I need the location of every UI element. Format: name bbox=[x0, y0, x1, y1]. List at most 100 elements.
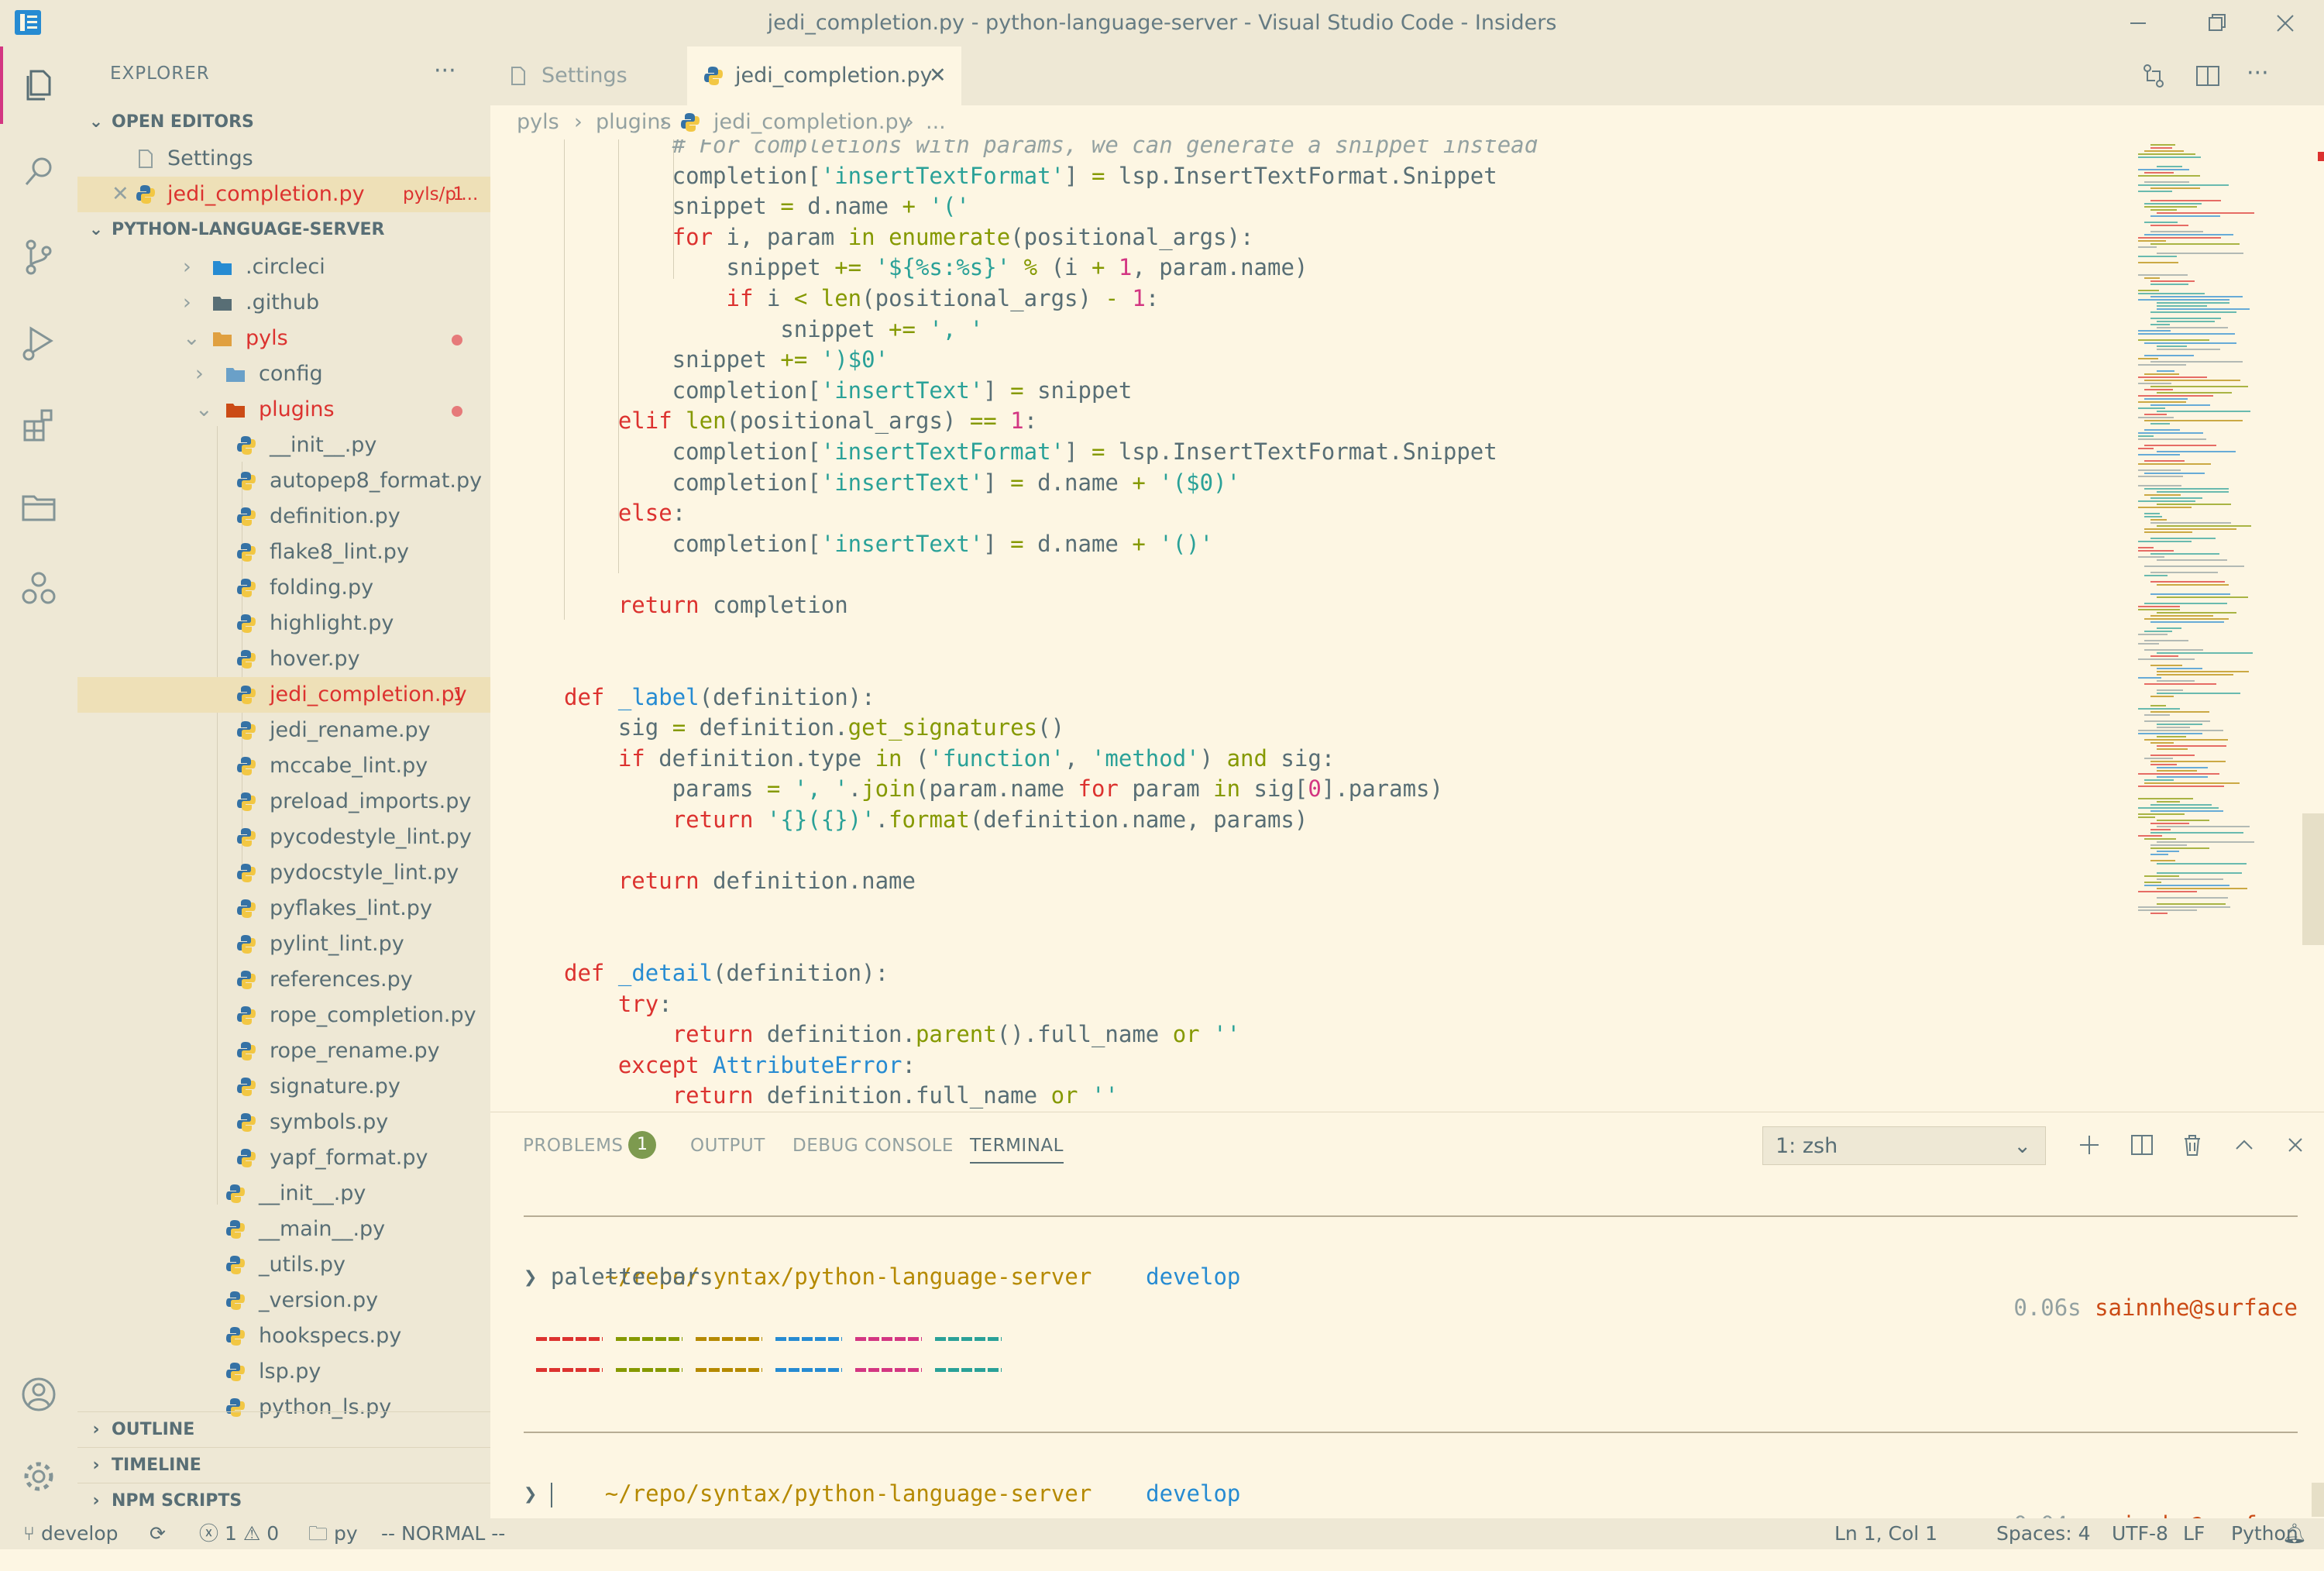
breadcrumb-item[interactable]: ... bbox=[926, 105, 946, 139]
split-editor-button[interactable] bbox=[2192, 60, 2223, 91]
tab-problems[interactable]: PROBLEMS bbox=[523, 1136, 624, 1156]
tree-item[interactable]: ⌄ pyls bbox=[77, 321, 490, 356]
tree-item[interactable]: › .github bbox=[77, 285, 490, 321]
tree-item[interactable]: ⌄ plugins bbox=[77, 392, 490, 428]
folder-activity-button[interactable] bbox=[0, 469, 77, 546]
code-editor[interactable]: # For completions with params, we can ge… bbox=[490, 139, 2324, 1112]
account-activity-button[interactable] bbox=[0, 1356, 77, 1433]
code-content[interactable]: # For completions with params, we can ge… bbox=[564, 139, 1538, 1112]
explorer-more-actions-button[interactable]: ··· bbox=[434, 57, 456, 84]
manage-activity-button[interactable] bbox=[0, 1438, 77, 1515]
open-editor-item-jedi-completion[interactable]: ✕ jedi_completion.py pyls/pl... 1 bbox=[77, 177, 490, 212]
minimize-button[interactable] bbox=[2115, 8, 2161, 39]
tree-item[interactable]: rope_rename.py bbox=[77, 1033, 490, 1069]
editor-scrollbar-thumb[interactable] bbox=[2302, 813, 2324, 945]
explorer-activity-button[interactable] bbox=[0, 46, 77, 124]
open-editors-header[interactable]: ⌄ OPEN EDITORS bbox=[77, 105, 490, 140]
tree-item[interactable]: jedi_rename.py bbox=[77, 713, 490, 748]
tree-item[interactable]: _utils.py bbox=[77, 1247, 490, 1283]
tree-item[interactable]: › .circleci bbox=[77, 249, 490, 285]
tree-item[interactable]: lsp.py bbox=[77, 1354, 490, 1390]
tree-item[interactable]: symbols.py bbox=[77, 1105, 490, 1140]
extensions-activity-button[interactable] bbox=[0, 387, 77, 465]
tree-item[interactable]: pycodestyle_lint.py bbox=[77, 820, 490, 855]
encoding[interactable]: UTF-8 bbox=[2112, 1518, 2168, 1549]
open-editor-item-settings[interactable]: Settings bbox=[77, 141, 490, 177]
restore-button[interactable] bbox=[2192, 8, 2239, 39]
tree-item-label: pydocstyle_lint.py bbox=[270, 861, 459, 885]
tree-item[interactable]: mccabe_lint.py bbox=[77, 748, 490, 784]
split-terminal-button[interactable] bbox=[2126, 1129, 2157, 1160]
breadcrumb-item[interactable]: pyls bbox=[517, 105, 559, 139]
tree-item-label: autopep8_format.py bbox=[270, 469, 483, 493]
tree-item[interactable]: __init__.py bbox=[77, 1176, 490, 1212]
tree-item[interactable]: rope_completion.py bbox=[77, 998, 490, 1033]
tree-item[interactable]: references.py bbox=[77, 962, 490, 998]
tab-jedi-completion[interactable]: jedi_completion.py ✕ bbox=[687, 46, 961, 105]
tab-settings[interactable]: Settings bbox=[490, 46, 687, 105]
terminal-select[interactable]: 1: zsh ⌄ bbox=[1762, 1126, 2046, 1165]
tree-item-label: lsp.py bbox=[259, 1360, 321, 1384]
project-folder-header[interactable]: ⌄ PYTHON-LANGUAGE-SERVER bbox=[77, 212, 490, 248]
terminal-input-line[interactable]: ❯ bbox=[524, 1478, 552, 1509]
tree-item[interactable]: pylint_lint.py bbox=[77, 926, 490, 962]
maximize-panel-button[interactable] bbox=[2229, 1129, 2260, 1160]
tree-item[interactable]: yapf_format.py bbox=[77, 1140, 490, 1176]
indentation[interactable]: Spaces: 4 bbox=[1996, 1518, 2090, 1549]
tab-terminal[interactable]: TERMINAL bbox=[970, 1136, 1064, 1164]
breadcrumb-item[interactable]: jedi_completion.py bbox=[713, 105, 911, 139]
python-file-icon bbox=[226, 1256, 245, 1274]
tab-output[interactable]: OUTPUT bbox=[690, 1136, 765, 1156]
chevron-down-icon: ⌄ bbox=[2013, 1134, 2031, 1158]
timeline-header[interactable]: › TIMELINE bbox=[77, 1447, 490, 1483]
tree-item-label: preload_imports.py bbox=[270, 789, 472, 813]
tree-item[interactable]: flake8_lint.py bbox=[77, 535, 490, 570]
python-file-icon bbox=[226, 1363, 245, 1381]
cursor-position[interactable]: Ln 1, Col 1 bbox=[1834, 1518, 1937, 1549]
terminal-scrollbar-thumb[interactable] bbox=[2312, 1483, 2324, 1517]
npm-scripts-header[interactable]: › NPM SCRIPTS bbox=[77, 1483, 490, 1518]
notifications-bell-icon[interactable]: 🔔︎ bbox=[2282, 1518, 2307, 1549]
palette-bar bbox=[696, 1337, 762, 1341]
outline-header[interactable]: › OUTLINE bbox=[77, 1411, 490, 1448]
tree-item[interactable]: highlight.py bbox=[77, 606, 490, 641]
search-activity-button[interactable] bbox=[0, 133, 77, 211]
more-actions-button[interactable]: ··· bbox=[2247, 60, 2278, 91]
close-panel-button[interactable] bbox=[2280, 1129, 2311, 1160]
python-file-icon bbox=[704, 67, 723, 85]
tree-item[interactable]: folding.py bbox=[77, 570, 490, 606]
tree-item[interactable]: preload_imports.py bbox=[77, 784, 490, 820]
branch-indicator[interactable]: ⑂ develop bbox=[23, 1518, 119, 1549]
tree-item[interactable]: autopep8_format.py bbox=[77, 463, 490, 499]
minimap[interactable] bbox=[2115, 139, 2324, 1112]
tree-item[interactable]: › config bbox=[77, 356, 490, 392]
close-tab-icon[interactable]: ✕ bbox=[929, 46, 947, 105]
sync-icon[interactable]: ⟳ bbox=[150, 1518, 166, 1549]
tree-item-label: pylint_lint.py bbox=[270, 932, 404, 956]
new-terminal-button[interactable] bbox=[2074, 1129, 2105, 1160]
problems-indicator[interactable]: ⓧ 1 ⚠ 0 bbox=[199, 1518, 279, 1549]
chevron-right-icon: › bbox=[195, 362, 204, 386]
tree-item[interactable]: jedi_completion.py 1 bbox=[77, 677, 490, 713]
end-of-line[interactable]: LF bbox=[2183, 1518, 2205, 1549]
tree-item[interactable]: pyflakes_lint.py bbox=[77, 891, 490, 926]
tree-item[interactable]: hookspecs.py bbox=[77, 1318, 490, 1354]
kill-terminal-button[interactable] bbox=[2177, 1129, 2208, 1160]
tab-debug-console[interactable]: DEBUG CONSOLE bbox=[792, 1136, 954, 1156]
tree-item[interactable]: pydocstyle_lint.py bbox=[77, 855, 490, 891]
remote-activity-button[interactable] bbox=[0, 550, 77, 627]
close-window-button[interactable] bbox=[2262, 8, 2309, 39]
open-changes-button[interactable] bbox=[2138, 60, 2169, 91]
tree-item[interactable]: definition.py bbox=[77, 499, 490, 535]
tree-item[interactable]: __main__.py bbox=[77, 1212, 490, 1247]
run-debug-activity-button[interactable] bbox=[0, 304, 77, 381]
folder-indicator[interactable]: 🗀 py bbox=[308, 1518, 358, 1549]
python-file-icon bbox=[237, 1078, 256, 1096]
folder-icon bbox=[22, 495, 56, 521]
tree-item[interactable]: signature.py bbox=[77, 1069, 490, 1105]
source-control-activity-button[interactable] bbox=[0, 218, 77, 296]
tree-item[interactable]: hover.py bbox=[77, 641, 490, 677]
tree-item[interactable]: _version.py bbox=[77, 1283, 490, 1318]
close-icon[interactable]: ✕ bbox=[112, 177, 129, 212]
tree-item[interactable]: __init__.py bbox=[77, 428, 490, 463]
